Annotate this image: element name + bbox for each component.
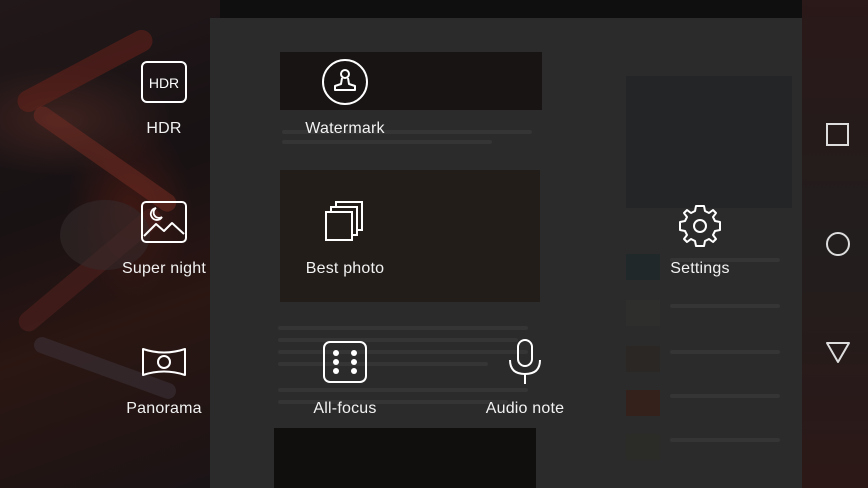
microphone-icon: [501, 338, 549, 386]
mode-label: All-focus: [313, 400, 377, 417]
home-button[interactable]: [824, 230, 852, 258]
mode-settings[interactable]: Settings: [630, 202, 770, 278]
mode-best-photo[interactable]: Best photo: [275, 198, 415, 278]
mode-all-focus[interactable]: All-focus: [275, 338, 415, 418]
hdr-badge: HDR: [149, 75, 179, 91]
mode-label: HDR: [146, 120, 182, 137]
moon-landscape-icon: [140, 198, 188, 246]
system-nav-bar: [806, 0, 868, 488]
mode-audio-note[interactable]: Audio note: [455, 338, 595, 418]
mode-watermark[interactable]: Watermark: [275, 58, 415, 138]
watermark-stamp-icon: [321, 58, 369, 106]
stacked-frames-icon: [321, 198, 369, 246]
triangle-back-icon: [826, 342, 850, 363]
mode-label: Panorama: [126, 400, 202, 417]
gear-icon: [676, 202, 724, 250]
hdr-icon: HDR: [140, 58, 188, 106]
mode-label: Audio note: [485, 400, 565, 417]
mode-hdr[interactable]: HDR HDR: [94, 58, 234, 138]
recents-button[interactable]: [824, 121, 852, 149]
dots-grid-icon: [321, 338, 369, 386]
mode-label: Settings: [670, 260, 730, 277]
back-button[interactable]: [824, 338, 852, 366]
mode-label: Super night: [121, 260, 207, 277]
circle-icon: [826, 232, 850, 256]
mode-label: Best photo: [305, 260, 385, 277]
mode-panorama[interactable]: Panorama: [94, 338, 234, 418]
mode-label: Watermark: [305, 120, 385, 137]
panorama-icon: [140, 338, 188, 386]
square-icon: [826, 123, 849, 146]
mode-super-night[interactable]: Super night: [94, 198, 234, 278]
